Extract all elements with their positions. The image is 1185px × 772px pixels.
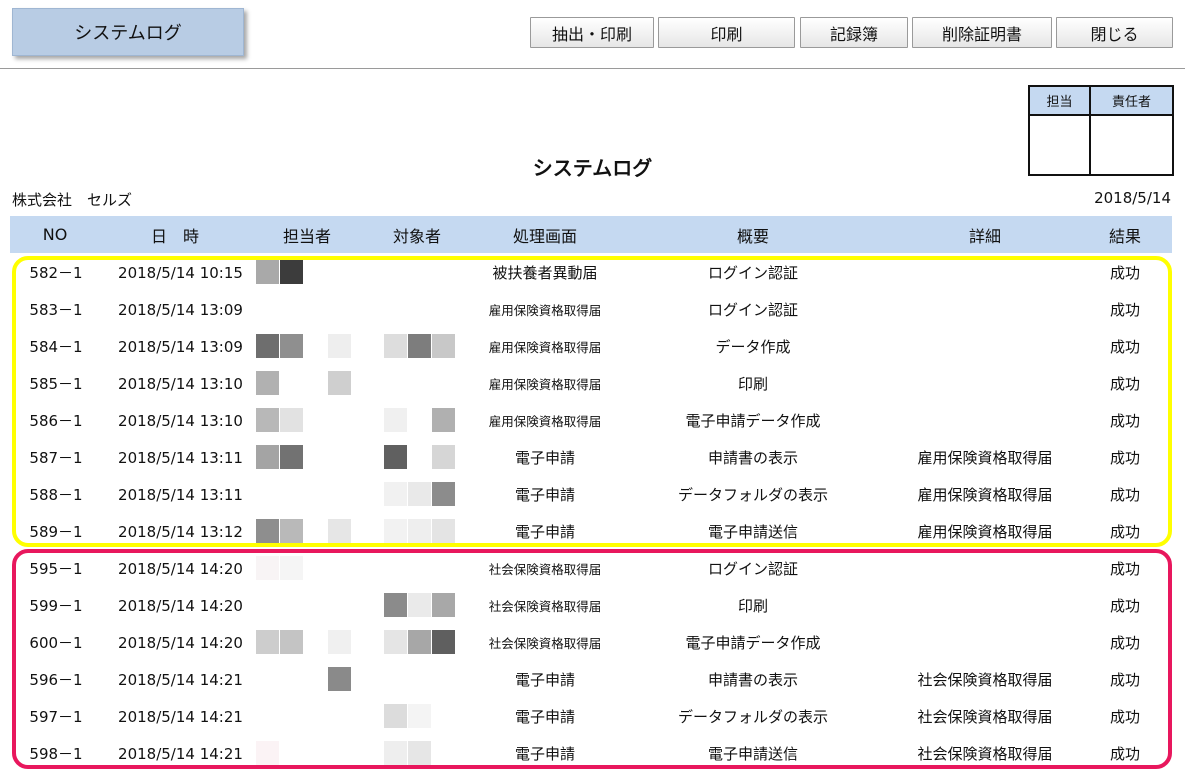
- extract-print-button[interactable]: 抽出・印刷: [530, 17, 654, 48]
- col-header-datetime: 日 時: [150, 226, 199, 246]
- record-book-button[interactable]: 記録簿: [800, 17, 908, 48]
- col-header-target: 対象者: [392, 226, 441, 246]
- close-button[interactable]: 閉じる: [1056, 17, 1173, 48]
- highlight-social-insurance-group: [12, 549, 1172, 769]
- col-header-result: 結果: [1108, 226, 1141, 246]
- toolbar: 抽出・印刷 印刷 記録簿 削除証明書 閉じる: [0, 17, 1185, 49]
- deletion-certificate-button[interactable]: 削除証明書: [912, 17, 1052, 48]
- col-header-no: NO: [42, 225, 68, 244]
- table-header: NO 日 時 担当者 対象者 処理画面 概要 詳細 結果: [10, 216, 1172, 253]
- report-title: システムログ: [532, 156, 653, 180]
- log-table: NO 日 時 担当者 対象者 処理画面 概要 詳細 結果 582－1 2018/5…: [10, 216, 1172, 765]
- approval-label-staff: 担当: [1030, 87, 1089, 116]
- col-header-staff: 担当者: [282, 226, 331, 246]
- highlight-employment-insurance-group: [12, 256, 1172, 547]
- col-header-detail: 詳細: [968, 226, 1001, 246]
- report-date: 2018/5/14: [1094, 189, 1171, 207]
- company-name: 株式会社 セルズ: [12, 191, 133, 209]
- header-divider: [0, 68, 1185, 69]
- col-header-summary: 概要: [736, 226, 769, 246]
- col-header-screen: 処理画面: [512, 226, 577, 246]
- print-button[interactable]: 印刷: [658, 17, 795, 48]
- approval-label-manager: 責任者: [1091, 87, 1172, 116]
